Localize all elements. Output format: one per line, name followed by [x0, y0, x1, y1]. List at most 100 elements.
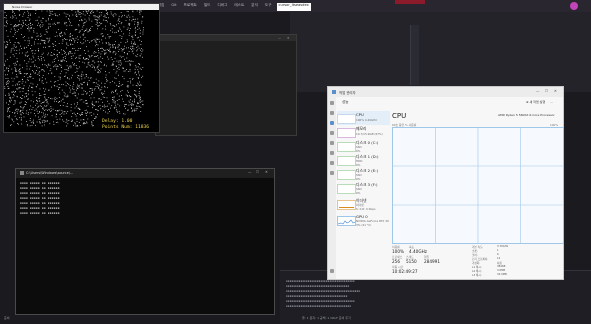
stat-speed: 4.40GHz: [409, 248, 427, 254]
close-icon[interactable]: ✕: [554, 89, 557, 93]
spec-label: L3 캐시:: [472, 274, 482, 277]
ide-accent-bar: [395, 0, 425, 4]
tile-sub: S: 0 R: 0 Kbps: [356, 206, 376, 211]
log-line: ▪▪▪▪▪▪▪▪▪▪▪▪▪▪▪▪▪▪▪▪▪▪▪▪▪▪▪▪▪▪▪▪▪▪▪▪▪▪: [286, 299, 355, 303]
ethernet-graph-icon: [337, 200, 356, 210]
tile-label: CPU: [356, 112, 364, 117]
spec-value: 6: [497, 253, 499, 256]
tile-memory[interactable]: 메모리 10.7/15.9GB (67%): [337, 125, 390, 139]
task-manager-nav: [328, 97, 336, 279]
disk-graph-icon: [337, 142, 356, 152]
ide-menu-item[interactable]: 디버그: [215, 3, 229, 11]
points-count-label: Points Num: 11836: [102, 125, 150, 130]
console-output: ▪▪▪▪ ▪▪▪▪▪ ▪▪ ▪▪▪▪▪▪ ▪▪▪▪ ▪▪▪▪▪ ▪▪ ▪▪▪▪▪…: [20, 181, 60, 216]
minimize-icon[interactable]: —: [248, 170, 251, 174]
stat-processes: 256: [392, 258, 400, 264]
more-options-icon[interactable]: ⋯: [550, 100, 553, 104]
run-new-task-label: 새 작업 실행: [529, 100, 546, 104]
stat-handles: 284991: [424, 258, 440, 264]
minimize-icon[interactable]: —: [278, 36, 281, 40]
user-avatar[interactable]: [570, 2, 578, 10]
log-line: ▪▪▪▪▪▪▪▪▪▪▪▪▪▪▪▪▪▪▪▪▪▪▪▪▪▪▪▪▪▪▪▪▪▪▪: [286, 284, 350, 288]
tile-sub: 0%: [356, 148, 361, 153]
noise-canvas: [4, 10, 144, 127]
console-line: ▪▪▪▪ ▪▪▪▪▪ ▪▪ ▪▪▪▪▪▪: [20, 211, 60, 215]
tile-disk-2[interactable]: 디스크 2 (E:) SSD 0%: [337, 167, 390, 181]
startup-icon[interactable]: [330, 141, 334, 145]
users-icon[interactable]: [330, 151, 334, 155]
spec-value: 1: [497, 249, 499, 252]
tile-sub: 3% (41 °C): [356, 222, 372, 227]
minimize-icon[interactable]: —: [536, 89, 539, 93]
tile-disk-0[interactable]: 디스크 0 (C:) SSD 0%: [337, 139, 390, 153]
spec-value: 3.70GHz: [497, 245, 509, 248]
tile-cpu[interactable]: CPU 100% 4.40GHz: [337, 111, 390, 125]
ide-menu-item[interactable]: 도구: [263, 3, 274, 11]
noise-window[interactable]: Noise Drawer Delay: 1.00 Points Num: 118…: [3, 3, 160, 133]
disk-graph-icon: [337, 170, 356, 180]
gpu-sparkline-line: [338, 219, 355, 225]
ide-menu-item[interactable]: 테스트: [232, 3, 246, 11]
ide-menu-item[interactable]: 분석: [249, 3, 260, 11]
ide-menu-item[interactable]: 빌드: [202, 3, 213, 11]
gpu-sparkline: [338, 219, 355, 225]
spec-value: 32.0MB: [497, 273, 507, 276]
stat-uptime: 10:02:49:27: [392, 268, 418, 274]
tile-gpu[interactable]: GPU 0 NVIDIA GeForce RTX 30 3% (41 °C): [337, 213, 390, 227]
left-status-text: 준비: [4, 316, 10, 320]
details-icon[interactable]: [330, 161, 334, 165]
performance-icon[interactable]: [330, 121, 334, 125]
tile-disk-3[interactable]: 디스크 3 (F:) SSD 0%: [337, 181, 390, 195]
tile-disk-1[interactable]: 디스크 1 (D:) HDD 0%: [337, 153, 390, 167]
section-title: 성능: [342, 100, 349, 104]
stat-utilization: 100%: [392, 248, 404, 254]
run-new-task-button[interactable]: ⊕ 새 작업 실행 ⋯: [526, 100, 553, 104]
task-manager-titlebar[interactable]: [328, 87, 563, 97]
console-window[interactable]: C:\Users\Windows\source\... — ☐ ✕ ▪▪▪▪ ▪…: [15, 168, 275, 315]
ide-menu-item[interactable]: Git: [169, 3, 178, 11]
memory-graph-icon: [337, 128, 356, 138]
log-line: ▪▪▪▪▪▪▪▪▪▪▪▪▪▪▪▪▪▪▪▪▪▪▪▪▪▪▪▪▪▪▪▪▪▪▪▪: [286, 304, 352, 308]
terminal-icon: [20, 171, 24, 175]
disk-graph-icon: [337, 156, 356, 166]
tile-sub: 0%: [356, 190, 361, 195]
cpu-heading: CPU: [392, 112, 407, 120]
tile-ethernet[interactable]: 이더넷 이더넷 S: 0 R: 0 Kbps: [337, 197, 390, 211]
processor-name: AMD Ryzen 5 5600X 6-Core Processor: [498, 113, 555, 117]
app-history-icon[interactable]: [330, 131, 334, 135]
cpu-core-graph-grid: [392, 127, 564, 244]
ide-scrollbar[interactable]: [410, 25, 419, 85]
ide-editor-panel: [290, 12, 591, 92]
services-icon[interactable]: [330, 171, 334, 175]
tile-sub: 100% 4.40GHz: [356, 118, 377, 122]
task-manager-title: 작업 관리자: [339, 91, 356, 95]
gpu-graph-icon: [337, 216, 356, 226]
close-icon[interactable]: ✕: [265, 170, 268, 174]
hamburger-icon[interactable]: [330, 101, 334, 105]
ide-status-bar: 줄: 1 문자: 1 공백: 1 CRLF 준비 추가: [302, 316, 351, 320]
maximize-icon[interactable]: ☐: [545, 89, 548, 93]
task-manager-window[interactable]: 작업 관리자 — ☐ ✕ 성능 ⊕ 새 작업 실행 ⋯ CPU 100% 4.4…: [327, 86, 564, 280]
ethernet-activity: [339, 206, 354, 208]
ide-branch-tab[interactable]: cursor_itseasdex: [276, 3, 311, 11]
spec-value: 12: [497, 257, 501, 260]
tile-sub: 0%: [356, 162, 361, 167]
log-line: ▪▪▪▪▪▪▪▪▪▪▪▪▪▪▪▪▪▪▪▪▪▪▪▪▪▪▪▪▪▪▪▪▪▪▪▪▪▪▪▪…: [286, 289, 361, 293]
task-manager-icon: [332, 90, 336, 94]
tile-sub: 10.7/15.9GB (67%): [356, 132, 383, 136]
settings-gear-icon[interactable]: [330, 269, 334, 273]
cpu-graph-svg: [393, 128, 563, 243]
cpu-graph-icon: [337, 114, 356, 124]
spec-value: 384KB: [497, 265, 506, 268]
processes-icon[interactable]: [330, 111, 334, 115]
disk-graph-icon: [337, 184, 356, 194]
window-titlebar[interactable]: [156, 35, 296, 41]
delay-label: Delay: 1.00: [102, 119, 133, 124]
close-icon[interactable]: ✕: [287, 36, 290, 40]
tile-sub: 0%: [356, 176, 361, 181]
secondary-window[interactable]: — ✕: [155, 34, 297, 136]
ide-menu-bar: 문서 편집 Git 프로젝트 빌드 디버그 테스트 분석 도구 cursor_i…: [148, 3, 311, 11]
ide-menu-item[interactable]: 프로젝트: [182, 3, 199, 11]
maximize-icon[interactable]: ☐: [256, 170, 259, 174]
log-line: ▪▪▪▪▪▪▪▪▪▪▪▪▪▪▪▪▪▪▪▪▪▪▪▪▪▪▪▪▪▪▪▪▪▪: [286, 294, 348, 298]
